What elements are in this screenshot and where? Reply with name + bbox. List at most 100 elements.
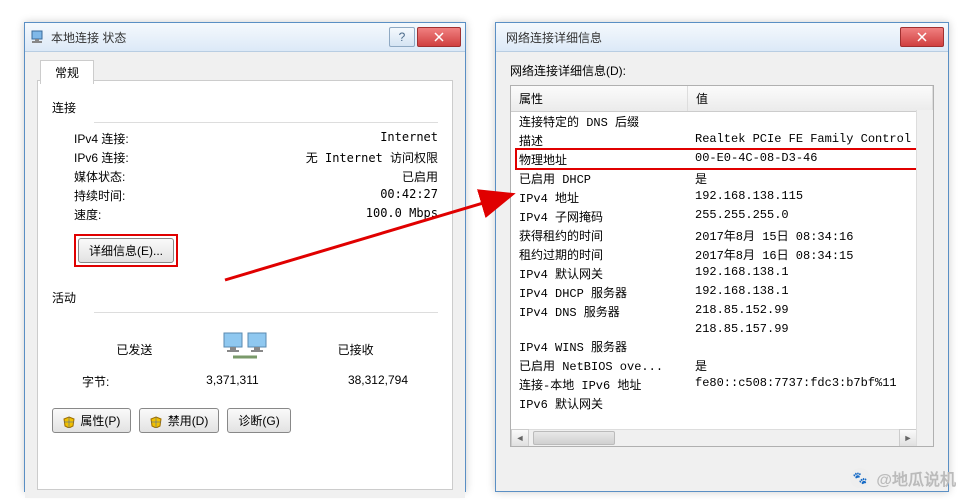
cell-value: 218.85.152.99	[687, 302, 933, 321]
row-key: IPv4 连接:	[74, 130, 380, 147]
status-window: 本地连接 状态 ? 常规 连接 IPv4 连接:InternetIPv6 连接:…	[24, 22, 466, 492]
scroll-left-button[interactable]: ◄	[511, 429, 529, 447]
details-grid: 属性 值 连接特定的 DNS 后缀描述Realtek PCIe FE Famil…	[510, 85, 934, 447]
connection-row: 速度:100.0 Mbps	[44, 205, 446, 224]
grid-row[interactable]: IPv4 WINS 服务器	[511, 337, 933, 356]
disable-button[interactable]: 禁用(D)	[139, 408, 219, 433]
network-icon	[29, 29, 45, 45]
scrollbar-vertical[interactable]	[916, 110, 933, 446]
grid-row[interactable]: 已启用 NetBIOS ove...是	[511, 356, 933, 375]
grid-row[interactable]: 租约过期的时间2017年8月 16日 08:34:15	[511, 245, 933, 264]
col-value[interactable]: 值	[688, 86, 933, 111]
grid-row[interactable]: 连接特定的 DNS 后缀	[511, 112, 933, 131]
details-highlight: 详细信息(E)...	[74, 234, 178, 267]
grid-row[interactable]: 连接-本地 IPv6 地址fe80::c508:7737:fdc3:b7bf%1…	[511, 375, 933, 394]
help-button[interactable]: ?	[389, 27, 415, 47]
cell-value: fe80::c508:7737:fdc3:b7bf%11	[687, 375, 933, 394]
activity-icon	[221, 331, 269, 367]
status-titlebar[interactable]: 本地连接 状态 ?	[25, 23, 465, 52]
row-key: 媒体状态:	[74, 168, 402, 185]
cell-property: IPv4 WINS 服务器	[511, 337, 687, 356]
cell-value: 00-E0-4C-08-D3-46	[687, 150, 933, 169]
scrollbar-horizontal[interactable]: ◄ ►	[511, 429, 917, 446]
grid-row[interactable]: IPv4 地址192.168.138.115	[511, 188, 933, 207]
tab-general[interactable]: 常规	[40, 60, 94, 84]
recv-label: 已接收	[338, 341, 374, 358]
paw-icon: 🐾	[850, 468, 870, 488]
connection-row: 媒体状态:已启用	[44, 167, 446, 186]
grid-row[interactable]: 描述Realtek PCIe FE Family Control	[511, 131, 933, 150]
sent-label: 已发送	[116, 341, 152, 358]
cell-property: IPv4 DNS 服务器	[511, 302, 687, 321]
shield-icon	[63, 416, 75, 428]
scroll-right-button[interactable]: ►	[899, 429, 917, 447]
cell-property: 描述	[511, 131, 687, 150]
cell-value: 192.168.138.115	[687, 188, 933, 207]
diagnose-button[interactable]: 诊断(G)	[227, 408, 290, 433]
row-key: IPv6 连接:	[74, 149, 306, 166]
shield-icon	[150, 416, 162, 428]
col-property[interactable]: 属性	[511, 86, 688, 111]
cell-value: Realtek PCIe FE Family Control	[687, 131, 933, 150]
row-value: 已启用	[402, 168, 438, 185]
cell-property: IPv4 子网掩码	[511, 207, 687, 226]
cell-property: IPv6 默认网关	[511, 394, 687, 413]
cell-property: IPv4 DHCP 服务器	[511, 283, 687, 302]
close-button[interactable]	[417, 27, 461, 47]
list-label: 网络连接详细信息(D):	[510, 62, 934, 79]
grid-header[interactable]: 属性 值	[511, 86, 933, 112]
bytes-sent: 3,371,311	[139, 373, 259, 390]
grid-row[interactable]: IPv4 默认网关192.168.138.1	[511, 264, 933, 283]
connection-row: 持续时间:00:42:27	[44, 186, 446, 205]
grid-row[interactable]: 已启用 DHCP是	[511, 169, 933, 188]
cell-value: 是	[687, 356, 933, 375]
row-value: 00:42:27	[380, 187, 438, 204]
grid-row[interactable]: IPv4 DHCP 服务器192.168.138.1	[511, 283, 933, 302]
row-value: Internet	[380, 130, 438, 147]
details-titlebar[interactable]: 网络连接详细信息	[496, 23, 948, 52]
cell-property: 物理地址	[511, 150, 687, 169]
divider	[94, 122, 438, 123]
cell-property: 已启用 DHCP	[511, 169, 687, 188]
cell-property: 获得租约的时间	[511, 226, 687, 245]
cell-property: 连接-本地 IPv6 地址	[511, 375, 687, 394]
cell-property	[511, 321, 687, 337]
grid-row[interactable]: IPv4 DNS 服务器218.85.152.99	[511, 302, 933, 321]
cell-property: IPv4 地址	[511, 188, 687, 207]
cell-value: 218.85.157.99	[687, 321, 933, 337]
row-value: 无 Internet 访问权限	[306, 149, 438, 166]
cell-value	[687, 112, 933, 131]
connection-section-label: 连接	[52, 99, 446, 116]
details-window: 网络连接详细信息 网络连接详细信息(D): 属性 值 连接特定的 DNS 后缀描…	[495, 22, 949, 492]
cell-property: IPv4 默认网关	[511, 264, 687, 283]
connection-row: IPv4 连接:Internet	[44, 129, 446, 148]
grid-row[interactable]: IPv6 默认网关	[511, 394, 933, 413]
cell-value: 192.168.138.1	[687, 283, 933, 302]
cell-value: 2017年8月 16日 08:34:15	[687, 245, 933, 264]
tab-panel: 常规 连接 IPv4 连接:InternetIPv6 连接:无 Internet…	[37, 80, 453, 490]
cell-property: 租约过期的时间	[511, 245, 687, 264]
row-key: 速度:	[74, 206, 366, 223]
grid-row[interactable]: 物理地址00-E0-4C-08-D3-46	[511, 150, 933, 169]
details-button[interactable]: 详细信息(E)...	[78, 238, 174, 263]
cell-value: 192.168.138.1	[687, 264, 933, 283]
window-title: 网络连接详细信息	[506, 29, 898, 46]
bytes-label: 字节:	[82, 373, 109, 390]
watermark: 🐾 @地瓜说机	[850, 466, 956, 490]
activity-section-label: 活动	[52, 289, 446, 306]
grid-row[interactable]: 获得租约的时间2017年8月 15日 08:34:16	[511, 226, 933, 245]
properties-button[interactable]: 属性(P)	[52, 408, 131, 433]
scroll-thumb[interactable]	[533, 431, 615, 445]
cell-value: 2017年8月 15日 08:34:16	[687, 226, 933, 245]
connection-row: IPv6 连接:无 Internet 访问权限	[44, 148, 446, 167]
grid-row[interactable]: 218.85.157.99	[511, 321, 933, 337]
cell-value: 255.255.255.0	[687, 207, 933, 226]
divider	[94, 312, 438, 313]
grid-row[interactable]: IPv4 子网掩码255.255.255.0	[511, 207, 933, 226]
cell-value	[687, 337, 933, 356]
cell-value	[687, 394, 933, 413]
cell-value: 是	[687, 169, 933, 188]
window-title: 本地连接 状态	[51, 29, 387, 46]
close-button[interactable]	[900, 27, 944, 47]
bytes-recv: 38,312,794	[288, 373, 408, 390]
